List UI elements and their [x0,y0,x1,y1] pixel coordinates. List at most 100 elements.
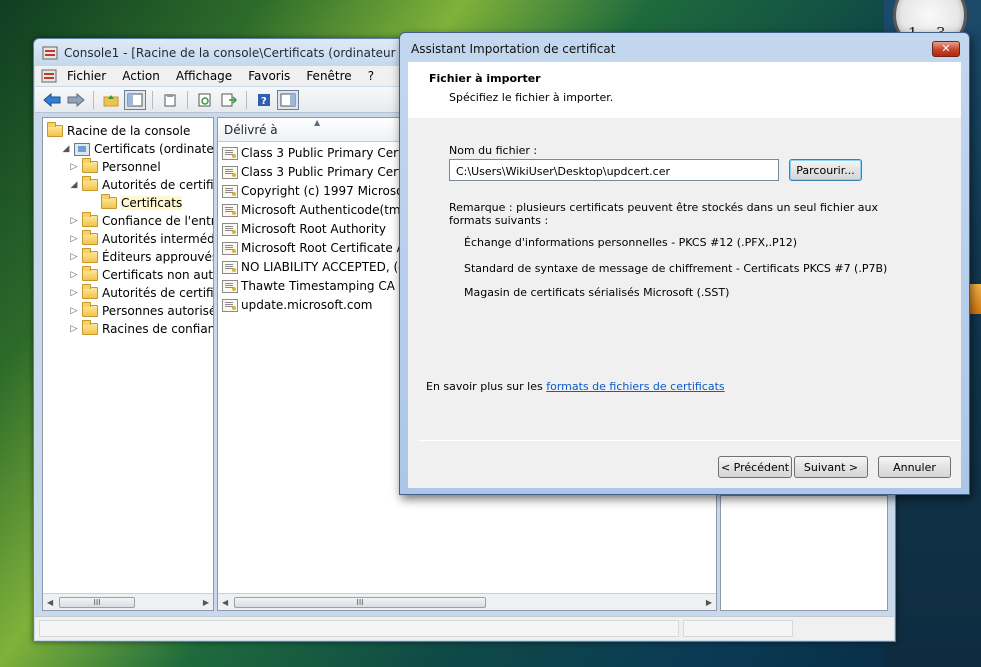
tree-item-enterprise-trust[interactable]: ▷ Confiance de l'entre [69,212,214,230]
cancel-button[interactable]: Annuler [878,456,951,478]
export-icon [221,93,237,106]
tree-item-certificats-selected[interactable]: Certificats [101,194,183,212]
folder-icon [82,284,98,299]
menu-fenetre[interactable]: Fenêtre [298,69,359,83]
list-item[interactable]: Class 3 Public Primary Certifica [222,144,428,162]
show-hide-tree-button[interactable] [124,89,146,110]
tree-item-root-ca[interactable]: ◢ Autorités de certifica [69,176,214,194]
tree-item-intermediate-ca[interactable]: ▷ Autorités intermédia [69,230,214,248]
expand-icon[interactable]: ▷ [69,162,79,172]
up-level-button[interactable] [100,90,122,110]
list-item[interactable]: Copyright (c) 1997 Microsoft C [222,182,424,200]
tree-item-label: Confiance de l'entre [102,214,214,228]
list-item[interactable]: update.microsoft.com [222,296,372,314]
tree-item-smart-card-roots[interactable]: ▷ Racines de confianc [69,320,214,338]
refresh-button[interactable] [194,90,216,110]
scroll-left-icon[interactable]: ◀ [47,598,53,607]
certificate-icon [222,165,238,179]
tree-item-trusted-publishers[interactable]: ▷ Éditeurs approuvés [69,248,213,266]
scroll-left-icon[interactable]: ◀ [222,598,228,607]
certificate-icon [222,260,238,274]
tree-item-label: Autorités de certifica [102,178,214,192]
tree-item-console-root[interactable]: Racine de la console [47,122,190,140]
expand-icon[interactable]: ▷ [69,270,79,280]
menu-fichier[interactable]: Fichier [59,69,114,83]
tree-item-trusted-people[interactable]: ▷ Personnes autorisée [69,302,214,320]
learn-more-text: En savoir plus sur les formats de fichie… [426,380,725,393]
list-item-label: Microsoft Root Certificate Aut [241,241,418,255]
tree-item-label: Certificats [121,196,183,210]
menu-help[interactable]: ? [360,69,382,83]
menu-favoris[interactable]: Favoris [240,69,298,83]
scroll-right-icon[interactable]: ▶ [706,598,712,607]
list-item[interactable]: NO LIABILITY ACCEPTED, (c)97 [222,258,425,276]
folder-up-icon [103,94,119,106]
certificate-icon [222,279,238,293]
certificate-icon [222,222,238,236]
expand-icon[interactable]: ▷ [69,252,79,262]
format-p7b: Standard de syntaxe de message de chiffr… [464,262,888,275]
certificate-icon [222,241,238,255]
formats-remark: Remarque : plusieurs certificats peuvent… [449,201,878,227]
scroll-thumb[interactable]: III [234,597,486,608]
certificate-import-wizard: Assistant Importation de certificat ✕ Fi… [399,32,970,495]
expand-icon[interactable]: ▷ [69,306,79,316]
wizard-header: Fichier à importer Spécifiez le fichier … [408,62,961,118]
list-item[interactable]: Thawte Timestamping CA [222,277,395,295]
back-button[interactable] [41,90,63,110]
status-cell [39,620,679,637]
scroll-thumb[interactable]: III [59,597,135,608]
tree-item-third-party-ca[interactable]: ▷ Autorités de certifica [69,284,213,302]
next-button[interactable]: Suivant > [794,456,868,478]
formats-help-link[interactable]: formats de fichiers de certificats [546,380,724,393]
certificate-icon [222,146,238,160]
close-button[interactable]: ✕ [932,41,960,57]
expand-icon[interactable]: ▷ [69,324,79,334]
expand-icon[interactable]: ▷ [69,288,79,298]
tree-item-label: Personnes autorisée [102,304,214,318]
tree-horizontal-scrollbar[interactable]: ◀ III ▶ [43,593,213,610]
tree-item-label: Racines de confianc [102,322,214,336]
mmc-menu-icon[interactable] [41,68,57,84]
tree-item-label: Certificats (ordinateur lo [94,142,214,156]
list-item[interactable]: Microsoft Root Certificate Aut [222,239,417,257]
tree-item-personnel[interactable]: ▷ Personnel [69,158,161,176]
status-bar [35,616,894,640]
tree-item-untrusted-certificates[interactable]: ▷ Certificats non autor [69,266,213,284]
action-pane[interactable] [720,495,888,611]
learn-more-prefix: En savoir plus sur les [426,380,547,393]
list-item-label: Microsoft Root Authority [241,222,386,236]
clipboard-icon [164,93,176,106]
status-cell [683,620,793,637]
menu-affichage[interactable]: Affichage [168,69,240,83]
console-tree[interactable]: Racine de la console ◢ Certificats (ordi… [42,117,214,611]
back-button[interactable]: < Précédent [718,456,792,478]
help-button[interactable]: ? [253,90,275,110]
expand-icon[interactable]: ▷ [69,234,79,244]
tree-item-label: Autorités intermédia [102,232,214,246]
expand-icon[interactable]: ▷ [69,216,79,226]
menu-action[interactable]: Action [114,69,168,83]
folder-icon [82,230,98,245]
list-item[interactable]: Class 3 Public Primary Certifica [222,163,428,181]
scroll-right-icon[interactable]: ▶ [203,598,209,607]
folder-icon [82,158,98,173]
filename-input[interactable] [449,159,779,181]
collapse-icon[interactable]: ◢ [69,180,79,190]
action-pane-icon [280,93,296,106]
show-hide-action-pane-button[interactable] [277,89,299,110]
tree-item-certificates-local[interactable]: ◢ Certificats (ordinateur lo [61,140,214,158]
certificate-icon [222,184,238,198]
expand-collapse-icon[interactable]: ◢ [61,144,71,154]
toolbar-separator [93,90,94,109]
browse-button[interactable]: Parcourir... [789,159,862,181]
list-item-label: Thawte Timestamping CA [241,279,395,293]
properties-button[interactable] [159,90,181,110]
mmc-window-title: Console1 - [Racine de la console\Certifi… [64,46,445,60]
list-item[interactable]: Microsoft Authenticode(tm) R [222,201,417,219]
toolbar-separator [187,90,188,109]
list-item[interactable]: Microsoft Root Authority [222,220,386,238]
export-list-button[interactable] [218,90,240,110]
list-horizontal-scrollbar[interactable]: ◀ III ▶ [218,593,716,610]
forward-button[interactable] [65,90,87,110]
